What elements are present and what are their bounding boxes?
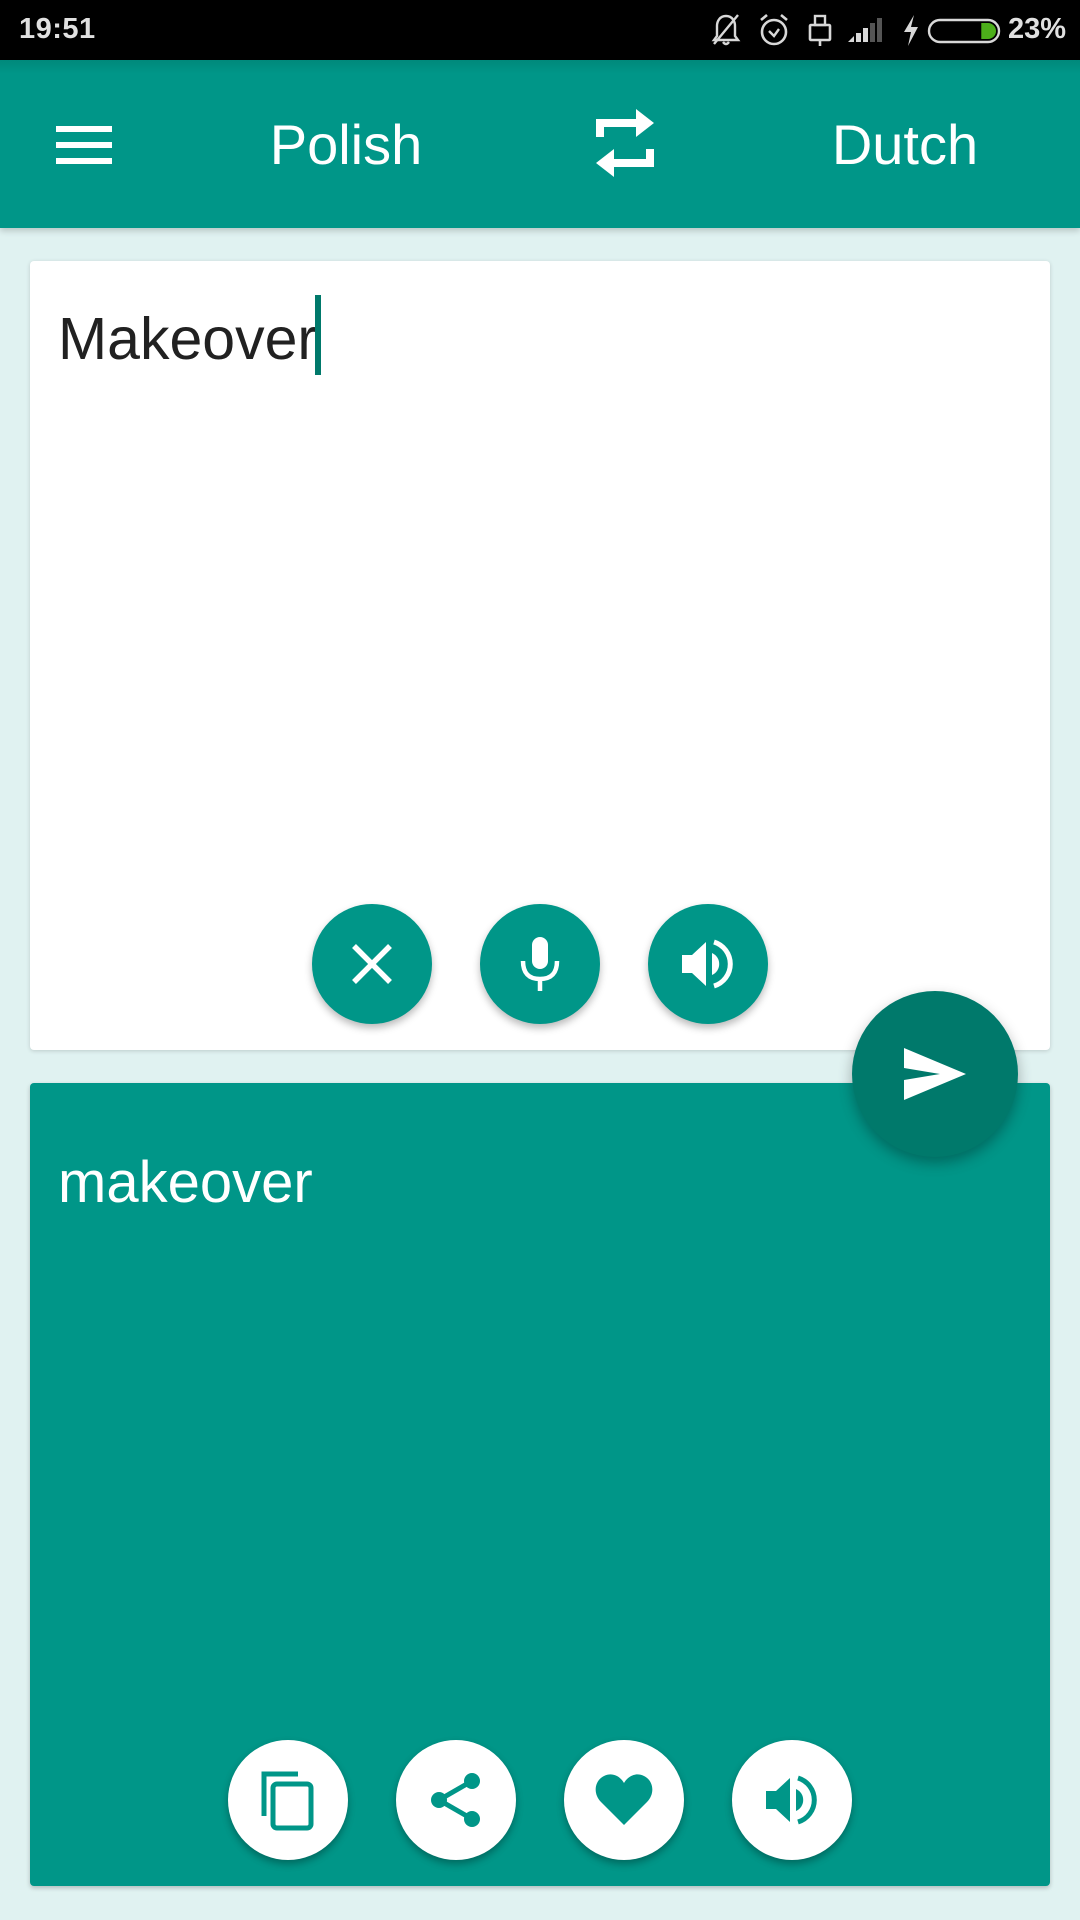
- status-bar: 19:51 23%: [0, 0, 1080, 60]
- target-language-selector[interactable]: Dutch: [755, 110, 1055, 180]
- close-icon: [352, 944, 392, 984]
- source-language-selector[interactable]: Polish: [196, 110, 496, 180]
- translated-text: makeover: [58, 1150, 313, 1215]
- menu-button[interactable]: [44, 102, 124, 182]
- speaker-icon: [766, 1775, 817, 1825]
- translate-button[interactable]: [852, 991, 1018, 1157]
- send-icon: [904, 1048, 966, 1100]
- notifications-off-icon: [711, 14, 741, 46]
- signal-icon: [848, 18, 882, 42]
- clear-button[interactable]: [312, 904, 432, 1024]
- toolbar: Polish Dutch: [0, 60, 1080, 228]
- source-text: Makeover: [58, 306, 318, 372]
- speaker-icon: [682, 939, 733, 989]
- output-card: makeover: [30, 1083, 1050, 1886]
- status-time: 19:51: [19, 13, 96, 45]
- swap-languages-button[interactable]: [588, 103, 662, 183]
- voice-input-button[interactable]: [480, 904, 600, 1024]
- alarm-icon: [760, 14, 788, 46]
- speak-input-button[interactable]: [648, 904, 768, 1024]
- microphone-icon: [520, 937, 560, 991]
- lock-icon: [808, 14, 832, 46]
- text-cursor: [315, 295, 322, 375]
- battery-percent: 23%: [1008, 13, 1067, 45]
- share-button[interactable]: [396, 1740, 516, 1860]
- speak-output-button[interactable]: [732, 1740, 852, 1860]
- copy-button[interactable]: [228, 1740, 348, 1860]
- heart-icon: [595, 1774, 653, 1825]
- battery-icon: [927, 18, 1001, 44]
- source-text-input[interactable]: Makeover: [58, 295, 322, 375]
- favorite-button[interactable]: [564, 1740, 684, 1860]
- copy-icon: [261, 1771, 314, 1831]
- charging-icon: [904, 15, 918, 46]
- share-icon: [431, 1773, 480, 1827]
- swap-languages-icon: [596, 109, 654, 177]
